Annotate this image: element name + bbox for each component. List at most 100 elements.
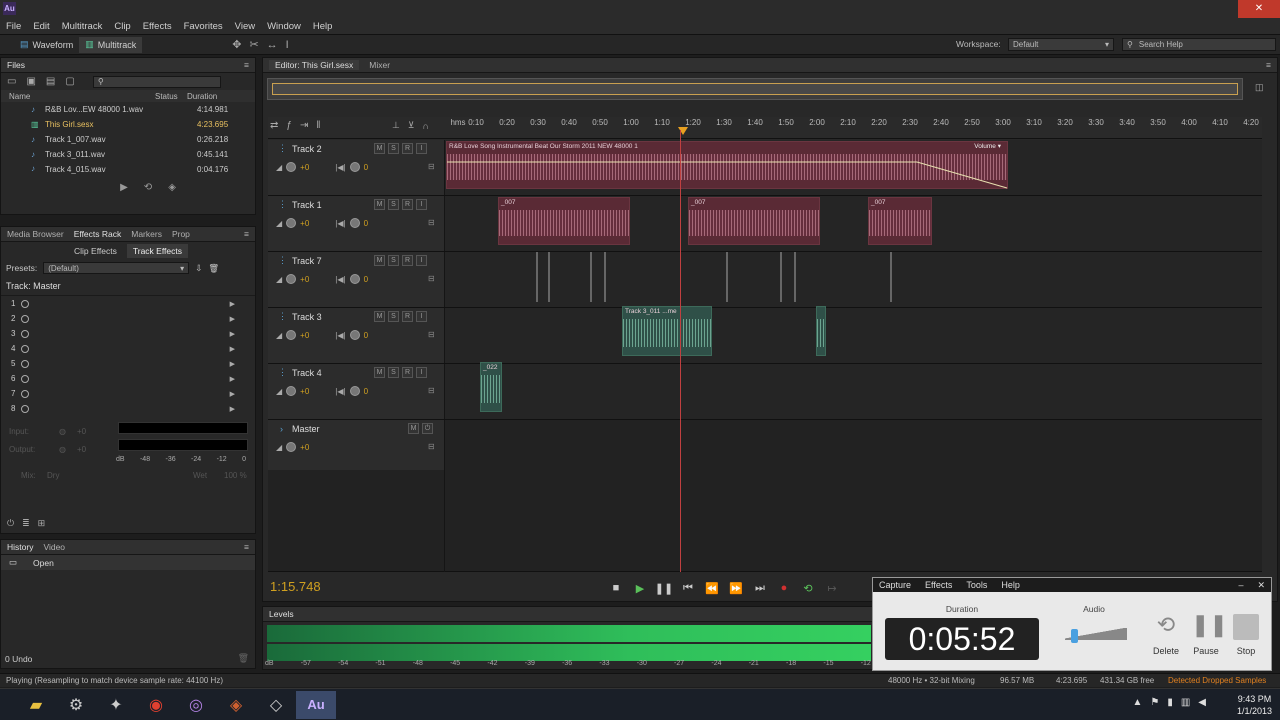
delete-history-icon[interactable]: 🗑 — [238, 653, 249, 664]
mute-button[interactable]: M — [374, 311, 385, 322]
save-preset-icon[interactable]: ⇩ — [195, 263, 202, 274]
app-icon[interactable]: ✦ — [96, 691, 136, 719]
volume-knob[interactable] — [286, 162, 297, 172]
effect-slot[interactable]: 2 ▶ — [1, 311, 255, 326]
output-routing-icon[interactable]: ⊟ — [428, 274, 435, 283]
list-item[interactable]: ♪ Track 4_015.wav 0:04.176 — [1, 162, 255, 175]
time-ruler[interactable]: hms 0:10 0:20 0:30 0:40 0:50 1:00 1:10 1… — [446, 118, 1262, 138]
menu-help[interactable]: Help — [307, 18, 339, 35]
tray-flag-icon[interactable]: ⚑ — [1150, 697, 1159, 708]
record-arm-button[interactable]: R — [402, 143, 413, 154]
effect-slot[interactable]: 4 ▶ — [1, 341, 255, 356]
status-warning[interactable]: Detected Dropped Samples — [1168, 676, 1266, 685]
tab-media-browser[interactable]: Media Browser — [7, 229, 64, 239]
col-duration[interactable]: Duration — [187, 92, 217, 101]
record-icon[interactable]: ● — [774, 578, 794, 598]
record-arm-button[interactable]: R — [402, 199, 413, 210]
search-help-input[interactable]: ⚲ Search Help — [1122, 38, 1276, 51]
tool-icon[interactable]: ◇ — [256, 691, 296, 719]
razor-tool-icon[interactable]: ✂ — [249, 38, 258, 51]
menu-multitrack[interactable]: Multitrack — [56, 18, 109, 35]
overview-viewport[interactable] — [272, 83, 1238, 95]
audio-clip[interactable]: R&B Love Song Instrumental Beat Our Stor… — [446, 141, 1008, 189]
menu-window[interactable]: Window — [261, 18, 307, 35]
track-name[interactable]: Track 4 — [292, 368, 322, 378]
close-window-button[interactable]: ✕ — [1238, 0, 1280, 18]
power-all-icon[interactable]: ⏻ — [7, 518, 14, 529]
audio-slider-thumb[interactable] — [1071, 629, 1078, 643]
output-knob-icon[interactable]: ◍ — [59, 445, 66, 454]
tray-network-icon[interactable]: ▥ — [1181, 697, 1190, 708]
presets-select[interactable]: (Default) ▾ — [43, 262, 190, 274]
tab-history[interactable]: History — [7, 542, 33, 552]
audition-taskbar-icon[interactable]: Au — [296, 690, 336, 719]
menu-effects[interactable]: Effects — [137, 18, 178, 35]
capture-menu-tools[interactable]: Tools — [966, 580, 987, 590]
skip-forward-icon[interactable]: ⏭ — [750, 578, 770, 598]
time-selection-tool-icon[interactable]: I — [286, 39, 289, 51]
panel-menu-icon[interactable]: ≡ — [244, 229, 249, 239]
mute-button[interactable]: M — [374, 199, 385, 210]
slip-tool-icon[interactable]: ↔ — [267, 39, 278, 51]
list-item[interactable]: ♪ R&B Lov...EW 48000 1.wav 4:14.981 — [1, 102, 255, 117]
overview-bar[interactable] — [267, 78, 1243, 100]
fast-forward-icon[interactable]: ⏩ — [726, 578, 746, 598]
track-name[interactable]: Track 2 — [292, 144, 322, 154]
tab-effects-rack[interactable]: Effects Rack — [74, 229, 122, 239]
tray-volume-icon[interactable]: ◀ — [1198, 697, 1206, 708]
power-icon[interactable] — [21, 389, 30, 398]
list-icon[interactable]: ≣ — [22, 518, 30, 529]
multitrack-view-button[interactable]: ▥ Multitrack — [79, 36, 143, 53]
capture-menu-help[interactable]: Help — [1001, 580, 1020, 590]
open-file-icon[interactable]: ▭ — [7, 76, 16, 87]
tab-video[interactable]: Video — [43, 542, 65, 552]
volume-knob[interactable] — [286, 442, 297, 452]
output-routing-icon[interactable]: ⊟ — [428, 218, 435, 227]
solo-button[interactable]: S — [388, 199, 399, 210]
mute-button[interactable]: M — [374, 367, 385, 378]
steam-icon[interactable]: ⚙ — [56, 691, 96, 719]
tab-markers[interactable]: Markers — [131, 229, 162, 239]
tab-clip-effects[interactable]: Clip Effects — [68, 244, 123, 258]
menu-edit[interactable]: Edit — [27, 18, 55, 35]
track-name[interactable]: Master — [292, 424, 320, 434]
power-icon[interactable] — [21, 299, 30, 308]
send-icon[interactable]: ⇥ — [300, 120, 308, 131]
audio-clip[interactable]: _007 — [868, 197, 932, 245]
solo-button[interactable]: S — [388, 311, 399, 322]
chevron-right-icon[interactable]: ▶ — [230, 405, 235, 413]
effect-slot[interactable]: 8 ▶ — [1, 401, 255, 416]
volume-knob[interactable] — [286, 386, 297, 396]
explorer-icon[interactable]: ▰ — [16, 691, 56, 719]
effect-slot[interactable]: 1 ▶ — [1, 296, 255, 311]
power-icon[interactable] — [21, 404, 30, 413]
panel-menu-icon[interactable]: ≡ — [244, 542, 249, 552]
audio-clip[interactable]: Track 3_011 ...me — [622, 306, 712, 356]
monitor-button[interactable]: I — [416, 199, 427, 210]
pan-knob[interactable] — [349, 218, 360, 228]
play-icon[interactable]: ▶ — [120, 182, 128, 193]
media-icon[interactable]: ◎ — [176, 691, 216, 719]
workspace-select[interactable]: Default ▾ — [1008, 38, 1114, 51]
close-file-icon[interactable]: ▢ — [65, 76, 74, 87]
snap-icon[interactable]: ⊥ — [392, 120, 400, 131]
menu-clip[interactable]: Clip — [108, 18, 136, 35]
power-icon[interactable] — [21, 374, 30, 383]
chevron-right-icon[interactable]: ▶ — [230, 375, 235, 383]
record-arm-button[interactable]: R — [402, 367, 413, 378]
effect-slot[interactable]: 3 ▶ — [1, 326, 255, 341]
volume-knob[interactable] — [286, 274, 297, 284]
effect-slot[interactable]: 5 ▶ — [1, 356, 255, 371]
output-routing-icon[interactable]: ⊟ — [428, 162, 435, 171]
tab-mixer[interactable]: Mixer — [369, 60, 390, 70]
effect-slot[interactable]: 7 ▶ — [1, 386, 255, 401]
marker-icon[interactable]: ⊻ — [408, 120, 415, 131]
loop-icon[interactable]: ⟲ — [144, 182, 152, 193]
volume-knob[interactable] — [286, 330, 297, 340]
stop-icon[interactable]: ■ — [606, 578, 626, 598]
tray-arrow-icon[interactable]: ▲ — [1132, 697, 1142, 708]
stop-capture-icon[interactable] — [1233, 614, 1259, 640]
tab-properties[interactable]: Prop — [172, 229, 190, 239]
solo-button[interactable]: S — [388, 367, 399, 378]
loop-icon[interactable]: ⟲ — [798, 578, 818, 598]
